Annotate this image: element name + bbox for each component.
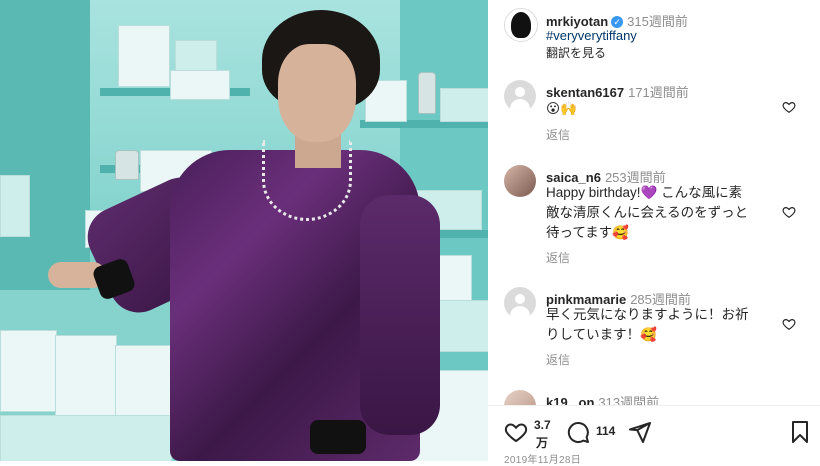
- person-necklace: [262, 140, 352, 221]
- comment-text-line: 待ってます🥰: [546, 225, 629, 240]
- comments-count[interactable]: 114: [596, 424, 615, 438]
- like-comment-heart-icon[interactable]: [782, 317, 796, 331]
- product-jar: [115, 150, 139, 180]
- post-date: 2019年11月28日: [504, 455, 582, 466]
- post-time[interactable]: 315週間前: [627, 14, 688, 29]
- translate-link[interactable]: 翻訳を見る: [546, 44, 606, 61]
- product-box: [440, 88, 488, 122]
- comment-text: Happy birthday!💜 こんな風に素 敵な清原くんに会えるのをずっと …: [546, 183, 776, 243]
- product-box: [0, 175, 30, 237]
- person-face: [278, 44, 356, 142]
- shelf-unit-left: [0, 0, 90, 300]
- comment-text: 早く元気になりますように！お祈 りしています！🥰: [546, 305, 776, 345]
- comment-text: 😮🙌: [546, 101, 577, 116]
- bookmark-icon[interactable]: [788, 420, 812, 444]
- reply-button[interactable]: 返信: [546, 351, 570, 368]
- like-comment-heart-icon[interactable]: [782, 100, 796, 114]
- comment-text-line: 敵な清原くんに会えるのをずっと: [546, 205, 749, 220]
- likes-count-unit[interactable]: 万: [536, 434, 548, 451]
- product-box: [170, 70, 230, 100]
- comment-item: skentan6167 171週間前 😮🙌 返信: [488, 78, 820, 148]
- post-photo[interactable]: [0, 0, 488, 461]
- comment-text-line: 早く元気になりますように！お祈: [546, 307, 749, 322]
- comment-time: 171週間前: [628, 85, 689, 100]
- commenter-avatar[interactable]: [504, 165, 536, 197]
- post-caption: mrkiyotan ✓ 315週間前 #veryverytiffany 翻訳を見る: [488, 6, 820, 66]
- owner-username[interactable]: mrkiyotan: [546, 14, 608, 29]
- owner-avatar[interactable]: [504, 8, 538, 42]
- verified-badge-icon: ✓: [611, 15, 624, 28]
- likes-count[interactable]: 3.7: [534, 418, 551, 432]
- post-panel: mrkiyotan ✓ 315週間前 #veryverytiffany 翻訳を見る …: [488, 0, 820, 466]
- candy-cane-box: [115, 345, 172, 422]
- candy-cane-box: [0, 415, 172, 461]
- reply-button[interactable]: 返信: [546, 126, 570, 143]
- comment-bubble-icon[interactable]: [566, 420, 590, 444]
- share-paper-plane-icon[interactable]: [628, 420, 652, 444]
- like-heart-icon[interactable]: [504, 420, 528, 444]
- person-cuff: [310, 420, 366, 454]
- comment-username[interactable]: skentan6167: [546, 85, 624, 100]
- comment-text-line: りしています！🥰: [546, 327, 657, 342]
- hashtag-link[interactable]: #veryverytiffany: [546, 28, 637, 43]
- product-jar: [418, 72, 436, 114]
- product-box: [118, 25, 170, 87]
- commenter-avatar[interactable]: [504, 80, 536, 112]
- commenter-avatar[interactable]: [504, 287, 536, 319]
- person-arm: [360, 195, 440, 435]
- comment-text-line: Happy birthday!💜 こんな風に素: [546, 185, 743, 200]
- reply-button[interactable]: 返信: [546, 249, 570, 266]
- like-comment-heart-icon[interactable]: [782, 205, 796, 219]
- candy-cane-box: [0, 330, 57, 412]
- candy-cane-box: [55, 335, 117, 417]
- comment-item: pinkmamarie 285週間前 早く元気になりますように！お祈 りしています…: [488, 285, 820, 375]
- comment-item: saica_n6 253週間前 Happy birthday!💜 こんな風に素 敵…: [488, 163, 820, 273]
